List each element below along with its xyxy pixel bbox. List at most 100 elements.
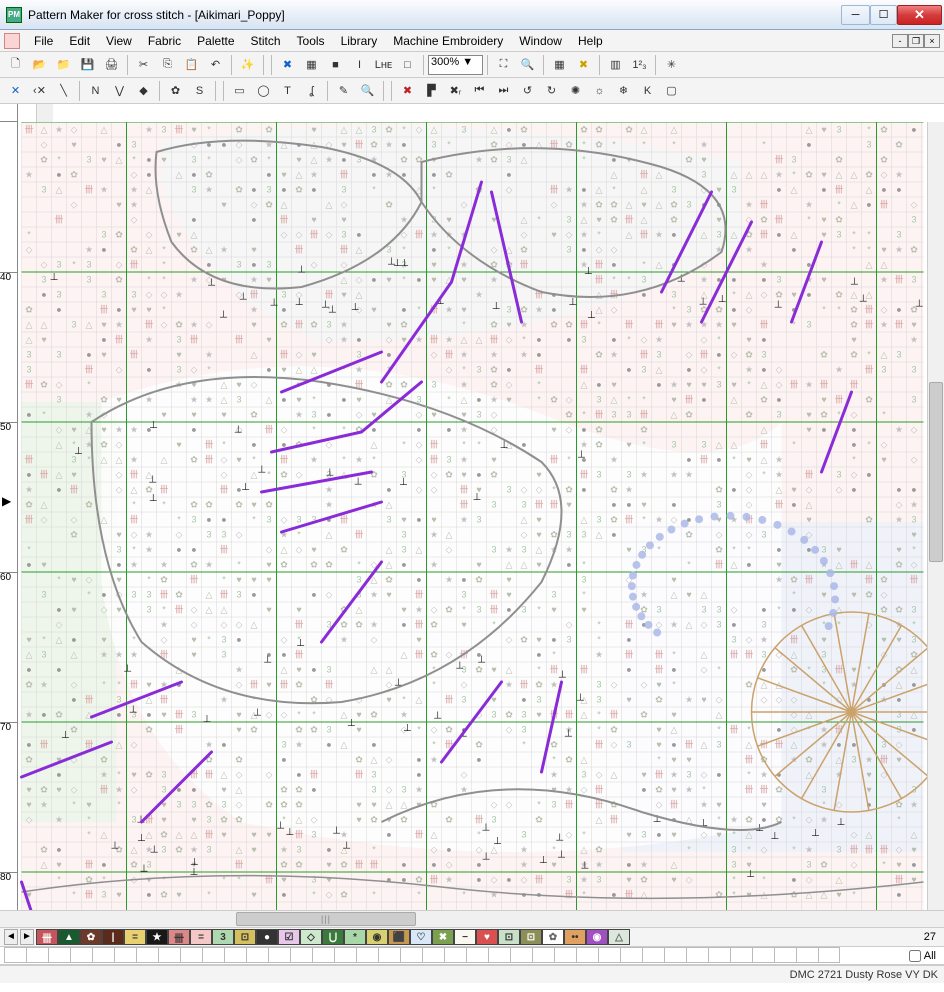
back-button[interactable]: ╲: [52, 80, 75, 102]
scrollbar-v-thumb[interactable]: [929, 382, 943, 562]
palette-swatch-1[interactable]: ▲: [58, 929, 80, 945]
fill-button[interactable]: ■: [324, 54, 347, 76]
stitch-cell[interactable]: [664, 947, 686, 963]
maximize-button[interactable]: ☐: [870, 5, 897, 25]
rect-button[interactable]: ▢: [660, 80, 683, 102]
palette-swatch-5[interactable]: ★: [146, 929, 168, 945]
rotate-ccw-button[interactable]: ↺: [516, 80, 539, 102]
menu-stitch[interactable]: Stitch: [243, 31, 289, 51]
palette-swatch-25[interactable]: ◉: [586, 929, 608, 945]
menu-view[interactable]: View: [98, 31, 140, 51]
stitch-cell[interactable]: [818, 947, 840, 963]
sparkle2-button[interactable]: ✺: [564, 80, 587, 102]
palette-swatch-21[interactable]: ⊡: [498, 929, 520, 945]
close-button[interactable]: ✕: [897, 5, 942, 25]
menu-tools[interactable]: Tools: [289, 31, 333, 51]
prev-button[interactable]: ⏮: [468, 80, 491, 102]
zoom-select[interactable]: 300% ▼: [428, 55, 483, 75]
menu-edit[interactable]: Edit: [61, 31, 98, 51]
stitch-cell[interactable]: [246, 947, 268, 963]
stitch-cell[interactable]: [576, 947, 598, 963]
palette-swatch-0[interactable]: 卌: [36, 929, 58, 945]
x-red-button[interactable]: ✖: [396, 80, 419, 102]
stitch-cell[interactable]: [202, 947, 224, 963]
I-button[interactable]: I: [348, 54, 371, 76]
colorize-button[interactable]: ▛: [420, 80, 443, 102]
palette-next-button[interactable]: ►: [20, 929, 34, 945]
palette-swatch-15[interactable]: ◉: [366, 929, 388, 945]
scrollbar-h-thumb[interactable]: |||: [236, 912, 416, 926]
highlight-button[interactable]: ✖: [572, 54, 595, 76]
palette-swatch-11[interactable]: ☑: [278, 929, 300, 945]
snow-button[interactable]: ❄: [612, 80, 635, 102]
palette-swatch-18[interactable]: ✖: [432, 929, 454, 945]
palette-swatch-22[interactable]: ⊡: [520, 929, 542, 945]
stitch-cell[interactable]: [620, 947, 642, 963]
stitch-cell[interactable]: [4, 947, 26, 963]
mdi-minimize-button[interactable]: -: [892, 34, 908, 48]
sparkle-button[interactable]: ✳: [660, 54, 683, 76]
full-x-button[interactable]: ✕: [4, 80, 27, 102]
palette-swatch-10[interactable]: ●: [256, 929, 278, 945]
mdi-close-button[interactable]: ×: [924, 34, 940, 48]
stitch-cell[interactable]: [598, 947, 620, 963]
palette-swatch-3[interactable]: |: [102, 929, 124, 945]
stitch-cell[interactable]: [752, 947, 774, 963]
palette-swatch-14[interactable]: *: [344, 929, 366, 945]
menu-help[interactable]: Help: [570, 31, 611, 51]
colors-button[interactable]: ▥: [604, 54, 627, 76]
scrollbar-vertical[interactable]: [927, 122, 944, 910]
next-button[interactable]: ⏭: [492, 80, 515, 102]
palette-swatch-9[interactable]: ⊡: [234, 929, 256, 945]
menu-file[interactable]: File: [26, 31, 61, 51]
S-button[interactable]: S: [188, 80, 211, 102]
stitch-cell[interactable]: [532, 947, 554, 963]
menu-palette[interactable]: Palette: [189, 31, 242, 51]
scrollbar-horizontal[interactable]: |||: [36, 911, 927, 927]
fwd-y-button[interactable]: ⋁: [108, 80, 131, 102]
stitch-cell[interactable]: [26, 947, 48, 963]
pattern-grid[interactable]: 卌△★◇△★3卌♥*✿✿♥△△3✿*◇△3△●✿✿✿✿△△△♥3*✿●◇♥●3◇…: [18, 122, 927, 910]
eyedrop-button[interactable]: ✎: [332, 80, 355, 102]
stitch-cell[interactable]: [114, 947, 136, 963]
fit-button[interactable]: ⛶: [492, 54, 515, 76]
stitch-cell[interactable]: [48, 947, 70, 963]
magnify-button[interactable]: 🔍: [356, 80, 379, 102]
print-button[interactable]: 🖨: [100, 54, 123, 76]
palette-swatch-2[interactable]: ✿: [80, 929, 102, 945]
palette-swatch-17[interactable]: ♡: [410, 929, 432, 945]
x-blue-button[interactable]: ✖: [276, 54, 299, 76]
stitch-cell[interactable]: [312, 947, 334, 963]
T-button[interactable]: T: [276, 80, 299, 102]
dim-button[interactable]: ☼: [588, 80, 611, 102]
stitch-cell[interactable]: [290, 947, 312, 963]
stitch-cell[interactable]: [92, 947, 114, 963]
stitch-cell[interactable]: [378, 947, 400, 963]
stitch-cell[interactable]: [224, 947, 246, 963]
all-checkbox[interactable]: [909, 950, 921, 962]
stitch-cell[interactable]: [554, 947, 576, 963]
palette-prev-button[interactable]: ◄: [4, 929, 18, 945]
open2-button[interactable]: 📁: [52, 54, 75, 76]
stitch-cell[interactable]: [444, 947, 466, 963]
stitch-cell[interactable]: [136, 947, 158, 963]
palette-swatch-4[interactable]: =: [124, 929, 146, 945]
stitch-cell[interactable]: [400, 947, 422, 963]
palette-swatch-19[interactable]: −: [454, 929, 476, 945]
copy-button[interactable]: ⎘: [156, 54, 179, 76]
select-button[interactable]: ▭: [228, 80, 251, 102]
stitch-cell[interactable]: [422, 947, 444, 963]
stitch-cell[interactable]: [70, 947, 92, 963]
menu-library[interactable]: Library: [333, 31, 386, 51]
wizard-button[interactable]: ✨: [236, 54, 259, 76]
save-button[interactable]: 💾: [76, 54, 99, 76]
stitch-cell[interactable]: [466, 947, 488, 963]
fwd-n-button[interactable]: Ν: [84, 80, 107, 102]
stitch-cell[interactable]: [796, 947, 818, 963]
half-x-button[interactable]: ‹✕: [28, 80, 51, 102]
gear-button[interactable]: ✿: [164, 80, 187, 102]
line-he-button[interactable]: Lʜᴇ: [372, 54, 395, 76]
square-button[interactable]: □: [396, 54, 419, 76]
stitch-cell[interactable]: [158, 947, 180, 963]
replace-button[interactable]: ✖ᵣ: [444, 80, 467, 102]
